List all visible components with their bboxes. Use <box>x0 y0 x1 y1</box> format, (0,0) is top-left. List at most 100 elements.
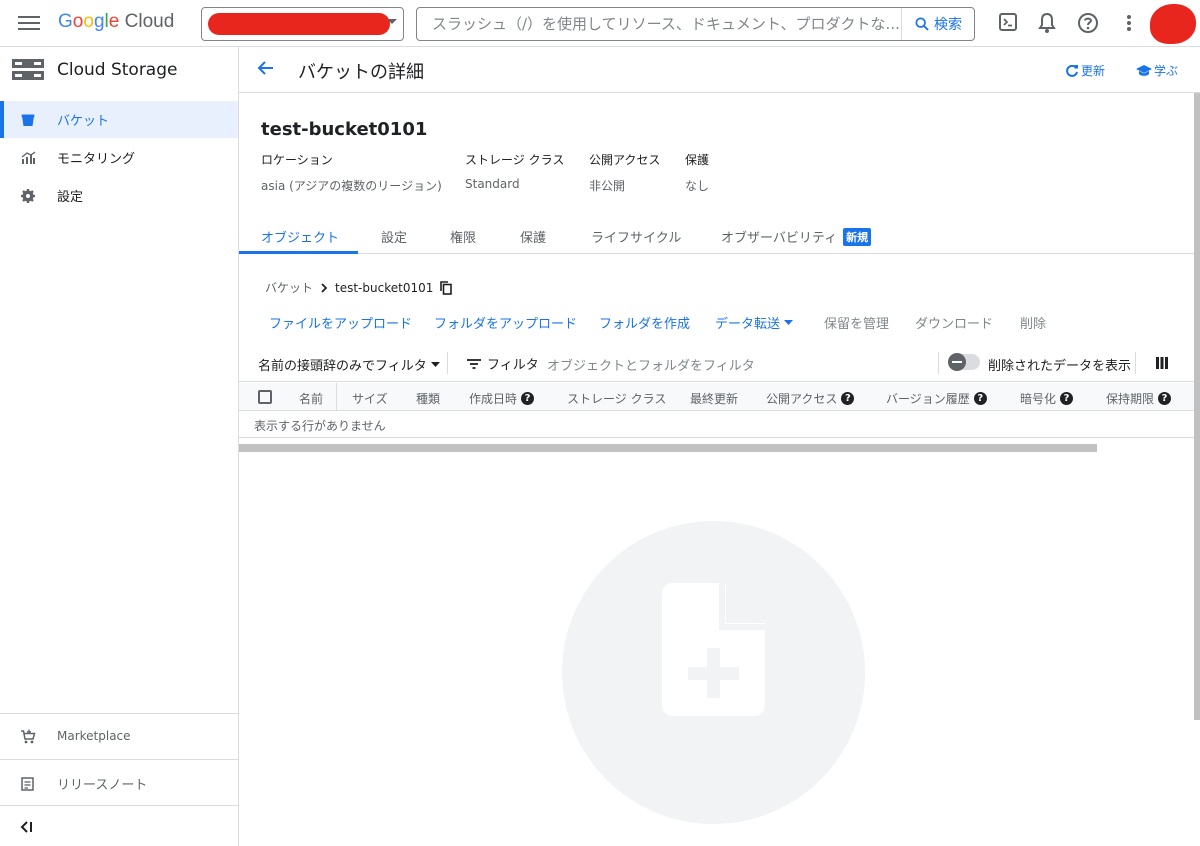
help-icon[interactable]: ? <box>1060 392 1074 405</box>
create-folder-button[interactable]: フォルダを作成 <box>599 313 690 332</box>
sidebar-item-buckets[interactable]: バケット <box>0 101 238 138</box>
breadcrumb-current: test-bucket0101 <box>335 280 434 295</box>
learn-button[interactable]: 学ぶ <box>1136 62 1178 79</box>
column-display-icon[interactable] <box>1156 357 1168 369</box>
column-size[interactable]: サイズ <box>352 390 388 407</box>
tab-settings[interactable]: 設定 <box>381 227 407 246</box>
delete-button[interactable]: 削除 <box>1020 313 1046 332</box>
sidebar-item-marketplace[interactable]: Marketplace <box>0 713 238 759</box>
copy-icon[interactable] <box>440 280 453 295</box>
sidebar-item-settings[interactable]: 設定 <box>0 177 238 214</box>
prefix-filter-label: 名前の接頭辞のみでフィルタ <box>258 359 427 374</box>
help-icon[interactable]: ? <box>1158 392 1172 405</box>
show-deleted-label: 削除されたデータを表示 <box>988 359 1132 374</box>
back-arrow-icon[interactable] <box>257 59 275 77</box>
add-file-icon <box>662 583 765 716</box>
page-header: バケットの詳細 更新 学ぶ <box>239 47 1200 93</box>
column-label: サイズ <box>352 392 388 406</box>
refresh-button[interactable]: 更新 <box>1065 62 1105 79</box>
google-cloud-logo[interactable]: Google Cloud <box>58 11 174 33</box>
collapse-sidebar-button[interactable] <box>0 805 238 846</box>
help-icon[interactable] <box>1077 12 1099 34</box>
column-storage-class[interactable]: ストレージ クラス <box>567 390 666 407</box>
active-tab-indicator <box>239 251 358 254</box>
meta-public-access: 公開アクセス 非公開 <box>589 151 660 194</box>
tab-objects[interactable]: オブジェクト <box>261 227 339 246</box>
bucket-name: test-bucket0101 <box>261 119 428 140</box>
caret-down-icon <box>784 319 794 325</box>
column-version-history[interactable]: バージョン履歴? <box>886 390 987 407</box>
product-title: Cloud Storage <box>57 60 178 80</box>
refresh-label: 更新 <box>1081 64 1106 78</box>
column-label: ストレージ クラス <box>567 392 667 406</box>
empty-table-row: 表示する行がありません <box>239 411 1194 438</box>
account-avatar[interactable] <box>1150 4 1196 44</box>
column-divider <box>336 383 337 410</box>
upload-file-button[interactable]: ファイルをアップロード <box>269 313 412 332</box>
filter-list-icon <box>467 358 481 369</box>
release-notes-label: リリースノート <box>57 778 148 793</box>
sidebar-item-label: バケット <box>57 114 110 129</box>
column-label: 種類 <box>416 392 441 406</box>
search-button[interactable]: 検索 <box>901 8 974 40</box>
main-content: バケットの詳細 更新 学ぶ test-bucket0101 ロケーション asi… <box>239 47 1200 846</box>
column-type[interactable]: 種類 <box>416 390 440 407</box>
breadcrumb-root[interactable]: バケット <box>265 279 313 296</box>
meta-value: なし <box>685 179 710 193</box>
prefix-filter-dropdown[interactable]: 名前の接頭辞のみでフィルタ <box>258 355 440 374</box>
gear-icon <box>21 189 35 203</box>
manage-holds-button[interactable]: 保留を管理 <box>824 313 889 332</box>
notes-icon <box>21 777 34 791</box>
meta-value: Standard <box>465 177 520 191</box>
search-input[interactable] <box>418 9 900 39</box>
vertical-scrollbar[interactable] <box>1194 93 1200 720</box>
redacted-project-name <box>208 13 390 35</box>
project-selector[interactable] <box>201 7 404 41</box>
meta-key: ストレージ クラス <box>465 153 565 167</box>
sidebar-item-label: モニタリング <box>57 152 136 167</box>
help-icon[interactable]: ? <box>973 392 987 405</box>
help-icon[interactable]: ? <box>841 392 855 405</box>
divider <box>938 352 939 374</box>
tab-lifecycle[interactable]: ライフサイクル <box>591 227 681 246</box>
column-public-access[interactable]: 公開アクセス? <box>766 390 855 407</box>
filter-bar: 名前の接頭辞のみでフィルタ フィルタ オブジェクトとフォルダをフィルタ 削除され… <box>239 344 1194 382</box>
notifications-icon[interactable] <box>1037 12 1057 34</box>
upload-folder-button[interactable]: フォルダをアップロード <box>434 313 577 332</box>
sidebar-header: Cloud Storage <box>0 47 238 93</box>
select-all-checkbox[interactable] <box>258 390 272 404</box>
search-button-label: 検索 <box>934 17 962 33</box>
show-deleted-toggle[interactable] <box>948 353 980 371</box>
column-label: 最終更新 <box>690 392 739 406</box>
column-encryption[interactable]: 暗号化? <box>1020 390 1074 407</box>
tab-label: オブザーバビリティ <box>721 231 838 246</box>
column-retention[interactable]: 保持期限? <box>1106 390 1172 407</box>
filter-input[interactable]: オブジェクトとフォルダをフィルタ <box>547 355 755 374</box>
meta-protection: 保護 なし <box>685 151 709 194</box>
refresh-icon <box>1066 64 1078 77</box>
filter-button[interactable]: フィルタ <box>467 354 539 373</box>
tab-observability[interactable]: オブザーバビリティ 新規 <box>721 227 872 246</box>
data-transfer-button[interactable]: データ転送 <box>715 313 794 332</box>
sidebar-item-release-notes[interactable]: リリースノート <box>0 759 238 805</box>
marketplace-label: Marketplace <box>57 729 131 743</box>
main-menu-button[interactable] <box>18 13 40 33</box>
meta-key: 保護 <box>685 153 710 167</box>
column-name[interactable]: 名前 <box>299 390 323 407</box>
tab-protection[interactable]: 保護 <box>520 227 546 246</box>
divider <box>1135 352 1136 374</box>
search-icon <box>915 17 929 31</box>
tab-permissions[interactable]: 権限 <box>450 227 476 246</box>
column-label: 作成日時 <box>469 392 518 406</box>
cloud-shell-icon[interactable] <box>998 12 1018 32</box>
download-button[interactable]: ダウンロード <box>915 313 993 332</box>
column-last-modified[interactable]: 最終更新 <box>690 390 738 407</box>
tab-bar: オブジェクト 設定 権限 保護 ライフサイクル オブザーバビリティ 新規 <box>239 218 1200 254</box>
divider <box>447 352 448 374</box>
learn-label: 学ぶ <box>1154 64 1179 78</box>
column-created[interactable]: 作成日時? <box>469 390 535 407</box>
horizontal-scrollbar[interactable] <box>239 444 1097 452</box>
more-vert-icon[interactable] <box>1124 12 1134 34</box>
help-icon[interactable]: ? <box>521 392 535 405</box>
sidebar-item-monitoring[interactable]: モニタリング <box>0 139 238 176</box>
